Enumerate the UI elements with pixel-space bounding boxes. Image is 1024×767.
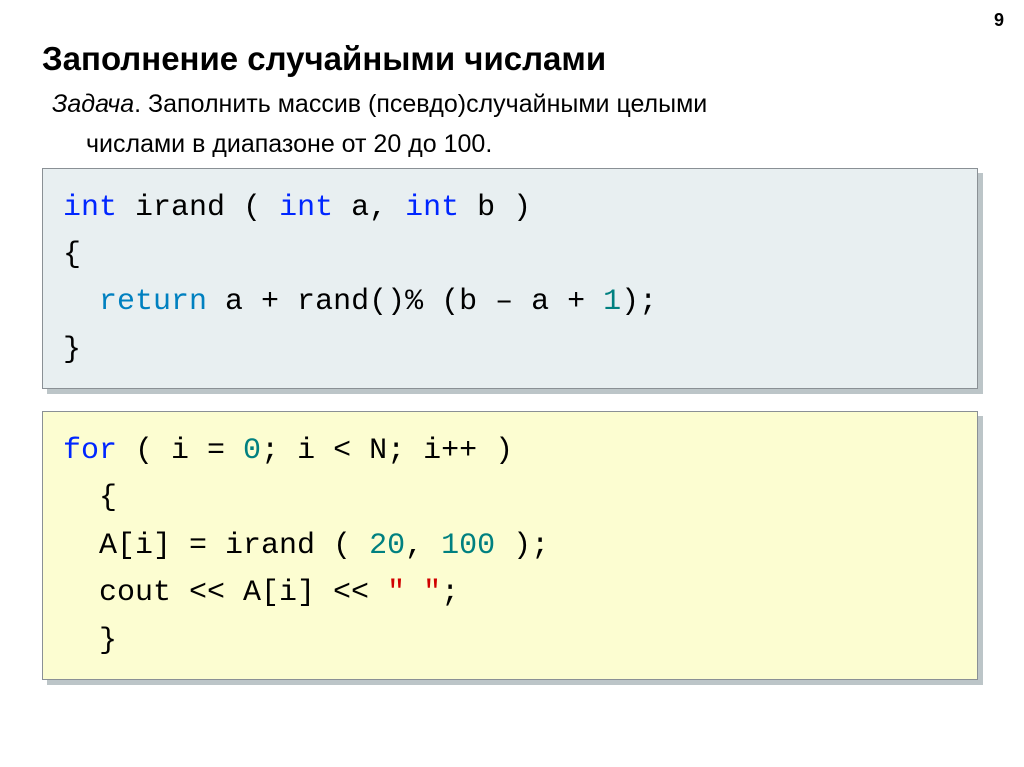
comma: , (405, 529, 441, 563)
page-number: 9 (994, 10, 1004, 31)
task-label: Задача (52, 90, 134, 118)
for-cond: ; i < N; i++ ) (261, 434, 513, 468)
expr-end: ); (621, 285, 657, 319)
brace-close: } (63, 624, 117, 658)
expr: a + (513, 285, 603, 319)
task-text-1: . Заполнить массив (псевдо)случайными це… (134, 90, 707, 118)
slide-title: Заполнение случайными числами (42, 40, 982, 78)
keyword-int: int (405, 191, 459, 225)
keyword-for: for (63, 434, 117, 468)
task-description-line2: числами в диапазоне от 20 до 100. (86, 128, 982, 162)
keyword-int: int (279, 191, 333, 225)
brace-open: { (63, 238, 81, 272)
code-block-function: int irand ( int a, int b ) { return a + … (42, 168, 978, 390)
number-20: 20 (369, 529, 405, 563)
number-100: 100 (441, 529, 495, 563)
expr: a + rand()% (b (207, 285, 495, 319)
function-name: irand (117, 191, 225, 225)
keyword-return: return (99, 285, 207, 319)
for-open: ( i = (117, 434, 243, 468)
task-description-line1: Задача. Заполнить массив (псевдо)случайн… (52, 88, 982, 122)
number-zero: 0 (243, 434, 261, 468)
cout-line: cout << A[i] << (63, 576, 387, 610)
brace-close: } (63, 333, 81, 367)
indent (63, 481, 99, 515)
brace-open: { (99, 481, 117, 515)
arg-b: b ) (459, 191, 531, 225)
arg-a: a, (333, 191, 405, 225)
assign-end: ); (495, 529, 549, 563)
keyword-int: int (63, 191, 117, 225)
code-block-loop: for ( i = 0; i < N; i++ ) { A[i] = irand… (42, 411, 978, 680)
semicolon: ; (441, 576, 459, 610)
paren-open: ( (225, 191, 279, 225)
indent (63, 285, 99, 319)
minus: – (495, 285, 513, 319)
string-space: " " (387, 576, 441, 610)
assign-line: A[i] = irand ( (63, 529, 369, 563)
number-one: 1 (603, 285, 621, 319)
